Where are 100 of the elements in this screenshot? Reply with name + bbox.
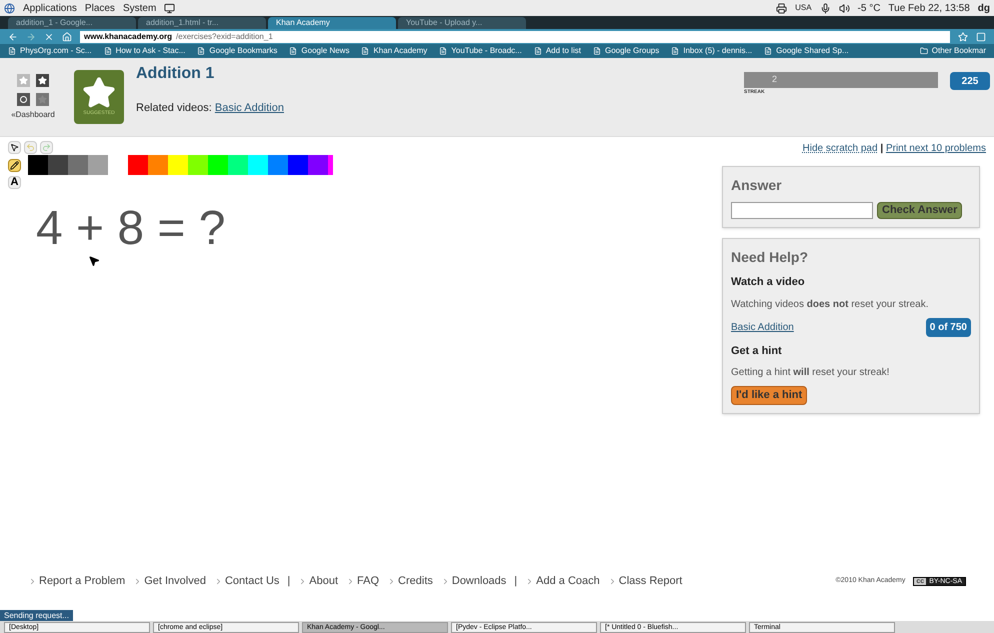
other-bookmarks[interactable]: Other Bookmar: [920, 47, 986, 55]
page-icon: [197, 47, 206, 55]
footer-link[interactable]: FAQ: [346, 572, 380, 590]
footer-separator: |: [287, 574, 290, 589]
dashboard-link[interactable]: «Dashboard: [11, 108, 55, 120]
related-label: Related videos:: [136, 102, 212, 114]
mouse-cursor-icon: [88, 255, 100, 267]
streak-bar: 2: [744, 72, 938, 88]
footer-separator: |: [514, 574, 518, 589]
bookmark-star-icon[interactable]: [958, 32, 968, 42]
bookmark-item[interactable]: Google Bookmarks: [197, 47, 278, 55]
color-swatch[interactable]: [208, 155, 228, 175]
video-link[interactable]: Basic Addition: [731, 320, 794, 334]
color-swatch[interactable]: [248, 155, 268, 175]
color-swatch[interactable]: [148, 155, 168, 175]
star-icon: [36, 74, 49, 86]
bookmark-item[interactable]: YouTube - Broadc...: [439, 47, 522, 55]
browser-tab[interactable]: YouTube - Upload y...: [398, 17, 526, 29]
related-video-link[interactable]: Basic Addition: [214, 102, 284, 114]
video-heading: Watch a video: [731, 275, 806, 290]
page-icon: [534, 47, 542, 55]
color-swatch[interactable]: [268, 155, 288, 175]
text-tool[interactable]: A: [8, 176, 21, 189]
page-icon: [361, 47, 370, 55]
bookmark-item[interactable]: PhysOrg.com - Sc...: [8, 47, 92, 55]
undo-icon: [26, 143, 35, 152]
keyboard-layout[interactable]: USA: [795, 2, 812, 14]
star-icon: [17, 74, 30, 86]
redo-icon: [42, 143, 51, 152]
weather-reading[interactable]: -5 °C: [858, 0, 880, 16]
browser-tab[interactable]: addition_1.html - tr...: [138, 17, 266, 29]
back-icon[interactable]: [8, 32, 18, 42]
page-icon: [289, 47, 298, 55]
page-icon: [671, 47, 680, 55]
stop-icon[interactable]: [44, 32, 54, 42]
panel-menu[interactable]: System: [122, 0, 156, 16]
color-swatch[interactable]: [228, 155, 248, 175]
user-name[interactable]: dg: [978, 0, 990, 16]
star-icon: [36, 92, 49, 106]
answer-input[interactable]: [731, 202, 873, 219]
color-swatch[interactable]: [168, 155, 188, 175]
hint-note: Getting a hint will reset your streak!: [731, 366, 890, 380]
points-badge: 225: [950, 72, 990, 90]
hint-heading: Get a hint: [731, 344, 783, 358]
color-swatch[interactable]: [28, 155, 48, 175]
folder-icon: [920, 47, 928, 55]
star-icon: [82, 76, 116, 110]
exercise-title: Addition 1: [136, 64, 216, 84]
link-separator: |: [879, 143, 884, 154]
page-icon: [8, 47, 16, 55]
pencil-tool[interactable]: [8, 158, 21, 172]
help-heading: Need Help?: [731, 248, 810, 267]
bookmark-item[interactable]: Google Groups: [592, 47, 660, 55]
page-icon: [104, 47, 112, 55]
color-swatch[interactable]: [48, 155, 68, 175]
color-swatch[interactable]: [328, 155, 333, 175]
status-bubble: Sending request...: [0, 610, 73, 621]
panel-menu[interactable]: Applications: [23, 0, 77, 16]
pointer-tool[interactable]: [8, 141, 21, 154]
pointer-icon: [10, 143, 19, 152]
bookmark-item[interactable]: Inbox (5) - dennis...: [671, 47, 752, 55]
browser-tab[interactable]: addition_1 - Google...: [8, 17, 136, 29]
check-answer-button[interactable]: Check Answer: [877, 202, 962, 219]
color-swatch[interactable]: [88, 155, 108, 175]
color-swatch[interactable]: [128, 155, 148, 175]
footer-link[interactable]: Credits: [387, 572, 433, 590]
home-icon[interactable]: [62, 32, 72, 42]
clock[interactable]: Tue Feb 22, 13:58: [888, 0, 970, 16]
color-swatch[interactable]: [188, 155, 208, 175]
hide-scratch-pad-link[interactable]: Hide scratch pad: [802, 143, 878, 154]
hint-button[interactable]: I'd like a hint: [731, 386, 808, 404]
footer-link[interactable]: About: [298, 572, 338, 590]
forward-icon[interactable]: [26, 32, 36, 42]
bookmark-item[interactable]: How to Ask - Stac...: [104, 47, 186, 55]
page-icon: [439, 47, 448, 55]
ring-icon: [17, 92, 30, 106]
footer-link[interactable]: Contact Us: [214, 572, 280, 590]
print-problems-link[interactable]: Print next 10 problems: [886, 143, 986, 154]
browser-tab[interactable]: Khan Academy: [268, 17, 396, 29]
volume-icon[interactable]: [838, 2, 850, 14]
footer-link[interactable]: Report a Problem: [28, 572, 126, 590]
printer-icon[interactable]: [776, 2, 788, 14]
footer-link[interactable]: Add a Coach: [525, 572, 600, 590]
color-swatch[interactable]: [288, 155, 308, 175]
footer-link[interactable]: Downloads: [440, 572, 506, 590]
redo-tool[interactable]: [40, 141, 53, 154]
footer-link[interactable]: Get Involved: [133, 572, 206, 590]
panel-menu[interactable]: Places: [84, 0, 115, 16]
bookmark-item[interactable]: Google News: [289, 47, 350, 55]
chevron-icon: [28, 576, 37, 586]
footer-link[interactable]: Class Report: [608, 572, 682, 590]
bookmark-item[interactable]: Khan Academy: [361, 47, 428, 55]
color-swatch[interactable]: [308, 155, 328, 175]
url-field[interactable]: www.khanacademy.org /exercises?exid=addition_1: [80, 30, 950, 42]
bookmark-item[interactable]: Google Shared Sp...: [764, 47, 849, 55]
microphone-icon[interactable]: [820, 2, 831, 14]
page-icon: [592, 47, 601, 55]
video-count-badge: 0 of 750: [926, 318, 971, 336]
bookmark-item[interactable]: Add to list: [534, 47, 581, 55]
color-swatch[interactable]: [68, 155, 88, 175]
